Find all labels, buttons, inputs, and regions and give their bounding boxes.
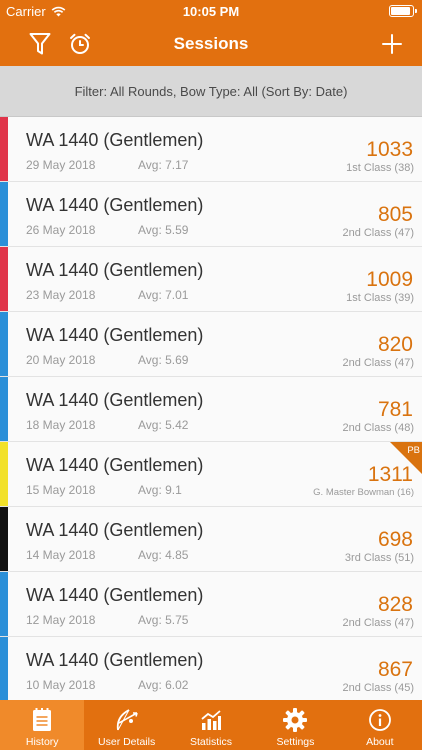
session-classification: 2nd Class (45) [342,682,414,694]
session-date: 20 May 2018 [26,353,96,367]
session-row[interactable]: WA 1440 (Gentlemen) 15 May 2018 Avg: 9.1… [0,442,422,507]
session-row[interactable]: WA 1440 (Gentlemen) 20 May 2018 Avg: 5.6… [0,312,422,377]
statistics-icon [197,706,225,734]
session-classification: 1st Class (39) [346,292,414,304]
status-bar: Carrier 10:05 PM [0,0,422,22]
round-name: WA 1440 (Gentlemen) [26,585,204,605]
tab-history[interactable]: History [0,700,85,750]
session-classification: 2nd Class (47) [342,357,414,369]
session-average: Avg: 7.17 [138,158,189,172]
session-row[interactable]: WA 1440 (Gentlemen) 29 May 2018 Avg: 7.1… [0,117,422,182]
session-classification: 2nd Class (47) [342,617,414,629]
tab-label: User Details [98,736,156,748]
session-row[interactable]: WA 1440 (Gentlemen) 23 May 2018 Avg: 7.0… [0,247,422,312]
session-classification: 2nd Class (47) [342,227,414,239]
session-average: Avg: 9.1 [138,483,182,497]
session-average: Avg: 5.42 [138,418,189,432]
classification-stripe [0,312,8,376]
session-score: 828 [377,593,413,616]
session-list[interactable]: WA 1440 (Gentlemen) 29 May 2018 Avg: 7.1… [0,117,422,700]
tab-settings[interactable]: Settings [253,700,337,750]
session-date: 29 May 2018 [26,158,96,172]
classification-stripe [0,377,8,441]
tab-label: Statistics [190,736,233,748]
battery-level [391,7,410,15]
session-date: 23 May 2018 [26,288,96,302]
round-name: WA 1440 (Gentlemen) [26,325,204,345]
session-average: Avg: 7.01 [138,288,189,302]
classification-stripe [0,442,8,506]
session-score: 805 [377,203,413,226]
session-row[interactable]: WA 1440 (Gentlemen) 14 May 2018 Avg: 4.8… [0,507,422,572]
tab-user-details[interactable]: User Details [84,700,168,750]
battery-icon [389,5,417,17]
tab-about[interactable]: About [338,700,422,750]
round-name: WA 1440 (Gentlemen) [26,260,204,280]
session-row[interactable]: WA 1440 (Gentlemen) 12 May 2018 Avg: 5.7… [0,572,422,637]
session-classification: 2nd Class (48) [342,422,414,434]
session-average: Avg: 6.02 [138,678,189,692]
session-score: 1009 [366,268,413,291]
archer-icon [113,706,141,734]
session-average: Avg: 5.69 [138,353,189,367]
history-icon [28,706,56,734]
plus-icon [382,34,402,54]
classification-stripe [0,507,8,571]
personal-best-badge: PB [390,442,422,474]
classification-stripe [0,182,8,246]
classification-stripe [0,117,8,181]
add-session-button[interactable] [376,28,408,60]
round-name: WA 1440 (Gentlemen) [26,130,204,150]
pb-label: PB [407,445,420,456]
session-score: 781 [377,398,413,421]
tab-label: About [366,736,394,748]
session-row[interactable]: WA 1440 (Gentlemen) 10 May 2018 Avg: 6.0… [0,637,422,700]
classification-stripe [0,572,8,636]
session-average: Avg: 5.75 [138,613,189,627]
session-average: Avg: 5.59 [138,223,189,237]
session-date: 10 May 2018 [26,678,96,692]
round-name: WA 1440 (Gentlemen) [26,455,204,475]
session-score: 820 [377,333,413,356]
session-date: 26 May 2018 [26,223,96,237]
classification-stripe [0,247,8,311]
round-name: WA 1440 (Gentlemen) [26,390,204,410]
status-time: 10:05 PM [182,4,240,19]
filter-summary-text: Filter: All Rounds, Bow Type: All (Sort … [74,83,348,99]
filter-summary-bar[interactable]: Filter: All Rounds, Bow Type: All (Sort … [0,66,422,117]
page-title: Sessions [173,34,249,53]
session-date: 15 May 2018 [26,483,96,497]
tab-label: Settings [276,736,315,748]
session-date: 18 May 2018 [26,418,96,432]
session-date: 14 May 2018 [26,548,96,562]
tab-statistics[interactable]: Statistics [169,700,253,750]
session-row[interactable]: WA 1440 (Gentlemen) 26 May 2018 Avg: 5.5… [0,182,422,247]
session-date: 12 May 2018 [26,613,96,627]
round-name: WA 1440 (Gentlemen) [26,195,204,215]
round-name: WA 1440 (Gentlemen) [26,650,204,670]
classification-stripe [0,637,8,700]
session-classification: G. Master Bowman (16) [313,487,414,498]
gear-icon [281,706,309,734]
round-name: WA 1440 (Gentlemen) [26,520,204,540]
session-classification: 1st Class (38) [346,162,414,174]
session-average: Avg: 4.85 [138,548,189,562]
session-row[interactable]: WA 1440 (Gentlemen) 18 May 2018 Avg: 5.4… [0,377,422,442]
session-classification: 3rd Class (51) [344,552,414,564]
nav-bar: Sessions [0,22,422,66]
info-icon [366,706,394,734]
session-score: 698 [377,528,413,551]
tab-label: History [25,736,59,748]
tab-bar: History User Details Statistics Settings… [0,700,422,750]
session-score: 867 [377,658,413,681]
session-score: 1033 [366,138,413,161]
